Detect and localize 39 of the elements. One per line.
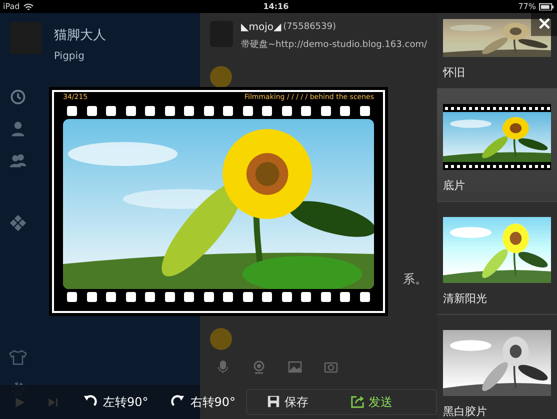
device-name: iPad <box>3 2 20 10</box>
wifi-icon <box>22 2 34 10</box>
emoji-icon <box>210 328 232 350</box>
filter-label: 清新阳光 <box>443 291 488 306</box>
camera-icon[interactable] <box>324 360 338 374</box>
settings-icon[interactable] <box>9 380 27 398</box>
microphone-icon[interactable] <box>216 360 230 374</box>
person-icon[interactable] <box>9 120 27 138</box>
shirt-icon[interactable] <box>9 348 27 366</box>
webcam-icon[interactable] <box>252 360 266 374</box>
contact-id: (75586539) <box>283 21 336 34</box>
rotate-right-button[interactable]: 右转90° <box>168 392 238 412</box>
close-icon[interactable] <box>531 10 557 36</box>
message-text: 系。 <box>403 271 427 288</box>
profile-username: Pigpig <box>54 50 86 64</box>
filter-item[interactable]: 清新阳光 <box>437 202 557 315</box>
filter-item[interactable]: 怀旧 <box>437 13 557 89</box>
filter-label: 底片 <box>443 178 466 193</box>
profile-name: 猫脚大人 <box>54 27 106 45</box>
play-icon[interactable] <box>14 396 26 408</box>
clock-time: 14:16 <box>263 2 289 10</box>
battery-percent: 77% <box>518 2 536 10</box>
filter-item[interactable]: 黑白胶片 <box>437 315 557 419</box>
apps-icon[interactable] <box>9 214 27 232</box>
filter-label: 黑白胶片 <box>443 404 488 419</box>
battery-icon <box>538 2 554 10</box>
contact-signature: 带硬盘~http://demo-studio.blog.163.com/ <box>241 39 427 52</box>
filter-item[interactable]: 底片 <box>437 89 557 202</box>
rotate-left-button[interactable]: 左转90° <box>80 392 150 412</box>
emoji-icon <box>210 66 232 88</box>
history-icon[interactable] <box>9 88 27 106</box>
group-icon[interactable] <box>9 152 27 170</box>
send-button[interactable]: 发送 <box>348 392 395 412</box>
next-track-icon[interactable] <box>47 396 59 408</box>
filter-label: 怀旧 <box>443 65 466 80</box>
save-button[interactable]: 保存 <box>264 392 311 412</box>
contact-name: ◣mojo◢ <box>241 21 282 35</box>
share-icon <box>350 395 364 408</box>
image-icon[interactable] <box>288 360 302 374</box>
